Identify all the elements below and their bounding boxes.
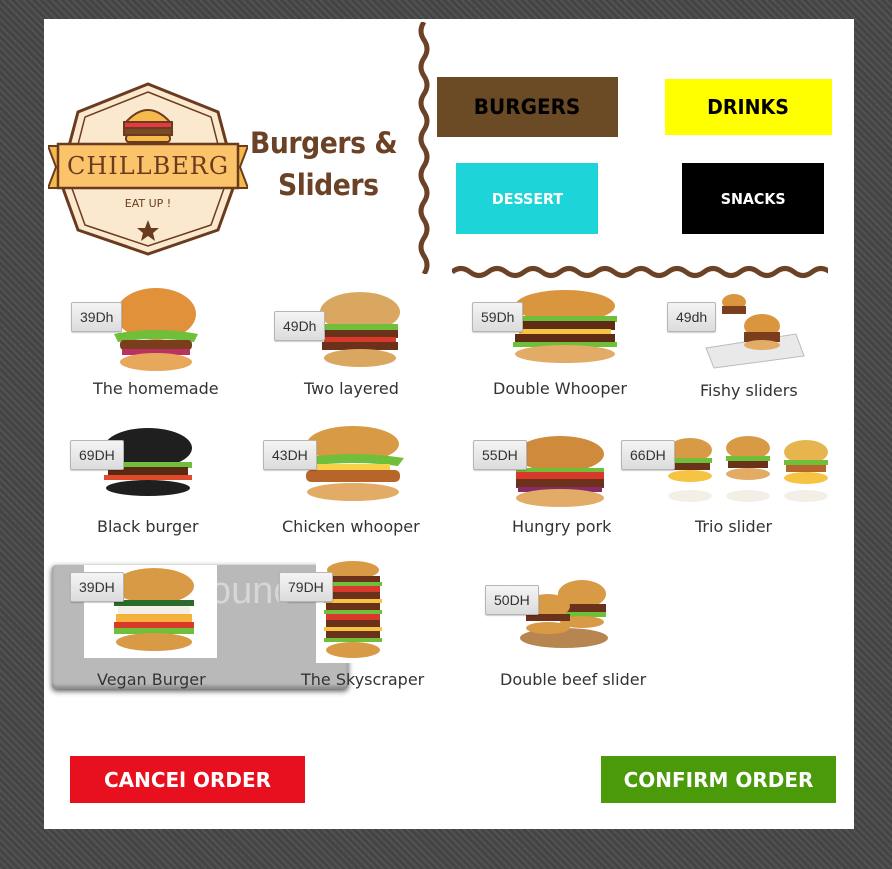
item-name: Double beef slider (500, 670, 647, 689)
horizontal-wave-divider (452, 266, 828, 278)
item-name: Chicken whooper (282, 517, 420, 536)
item-name: Double Whooper (493, 379, 627, 398)
confirm-order-button[interactable]: CONFIRM ORDER (601, 756, 836, 803)
item-name: The Skyscraper (301, 670, 425, 689)
item-name: The homemade (93, 379, 219, 398)
category-burgers-label: BURGERS (474, 95, 581, 119)
item-name: Trio slider (695, 517, 773, 536)
item-price: 59Dh (472, 302, 524, 332)
title-line2: Sliders (278, 168, 379, 202)
burger-image (668, 436, 828, 502)
item-price: 50DH (485, 585, 539, 615)
logo-name: CHILLBERG (66, 152, 230, 180)
item-name: Two layered (304, 379, 399, 398)
category-dessert-button[interactable]: DESSERT (456, 163, 598, 234)
category-snacks-label: SNACKS (720, 189, 786, 208)
item-price: 43DH (263, 440, 317, 470)
item-price: 39DH (70, 572, 124, 602)
cancel-order-label: CANCEl ORDER (103, 767, 272, 792)
vertical-wave-divider (418, 22, 430, 274)
item-price: 49Dh (274, 311, 326, 341)
logo-tagline: EAT UP ! (124, 197, 172, 210)
confirm-order-label: CONFIRM ORDER (623, 767, 814, 792)
burger-image (320, 292, 400, 367)
category-snacks-button[interactable]: SNACKS (682, 163, 824, 234)
category-drinks-label: DRINKS (707, 95, 790, 119)
burger-image (114, 288, 198, 371)
item-price: 49dh (667, 302, 717, 332)
item-name: Vegan Burger (97, 670, 206, 689)
item-price: 66DH (621, 440, 675, 470)
item-price: 79DH (279, 572, 333, 602)
title-line1: Burgers & (250, 126, 398, 160)
category-dessert-label: DESSERT (491, 189, 563, 208)
category-burgers-button[interactable]: BURGERS (437, 77, 618, 137)
item-name: Black burger (97, 517, 199, 536)
category-drinks-button[interactable]: DRINKS (665, 79, 832, 135)
item-name: Hungry pork (512, 517, 612, 536)
item-price: 39Dh (71, 302, 123, 332)
item-price: 69DH (70, 440, 124, 470)
item-price: 55DH (473, 440, 527, 470)
cancel-order-button[interactable]: CANCEl ORDER (70, 756, 305, 803)
item-name: Fishy sliders (700, 381, 798, 400)
